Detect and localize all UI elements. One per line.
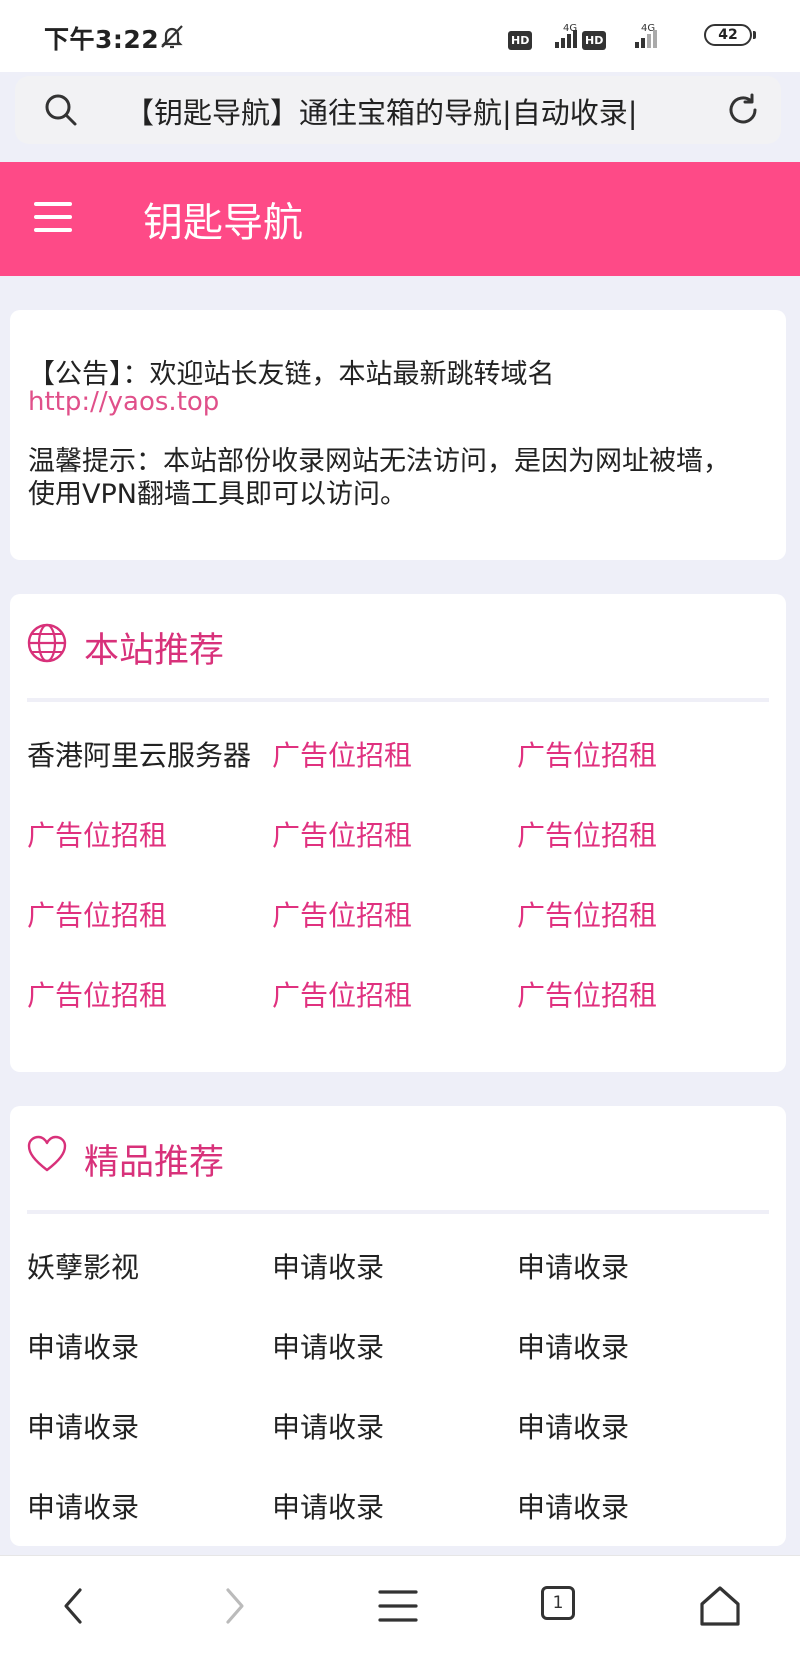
link-item[interactable]: 广告位招租 [27, 894, 257, 934]
link-item[interactable]: 申请收录 [272, 1406, 502, 1446]
hamburger-menu-icon[interactable] [34, 202, 72, 232]
notice-card: 【公告】：欢迎站长友链，本站最新跳转域名 http://yaos.top 温馨提… [10, 310, 786, 560]
heart-icon [27, 1135, 67, 1172]
reload-icon[interactable] [725, 92, 761, 128]
link-item[interactable]: 广告位招租 [517, 974, 747, 1014]
link-item[interactable]: 申请收录 [27, 1406, 257, 1446]
menu-icon[interactable] [374, 1582, 422, 1630]
signal-sim1: HD 4G [508, 22, 581, 50]
signal-sim2: HD 4G [582, 22, 661, 50]
home-icon[interactable] [696, 1582, 744, 1630]
forward-icon[interactable] [210, 1582, 258, 1630]
link-item[interactable]: 广告位招租 [517, 734, 747, 774]
browser-bottom-nav: 1 [0, 1555, 800, 1656]
link-item[interactable]: 广告位招租 [517, 814, 747, 854]
tabs-button[interactable]: 1 [541, 1586, 575, 1620]
battery-indicator: 42 [704, 24, 752, 46]
site-title[interactable]: 钥匙导航 [143, 190, 303, 248]
site-header: 钥匙导航 [0, 162, 800, 276]
link-item[interactable]: 申请收录 [517, 1486, 747, 1526]
address-bar[interactable]: 【钥匙导航】通往宝箱的导航|自动收录| [15, 76, 781, 144]
announcement-text: 【公告】：欢迎站长友链，本站最新跳转域名 [28, 359, 555, 390]
mute-bell-icon [161, 25, 183, 49]
link-item[interactable]: 广告位招租 [27, 814, 257, 854]
link-item[interactable]: 申请收录 [272, 1326, 502, 1366]
recommend-section: 本站推荐 香港阿里云服务器 广告位招租 广告位招租 广告位招租 广告位招租 广告位招租 广告… [10, 594, 786, 1072]
section-divider [27, 1210, 769, 1214]
signal-bars-icon: 4G [635, 23, 658, 48]
link-item[interactable]: 广告位招租 [517, 894, 747, 934]
hd-badge: HD [508, 31, 533, 50]
link-item[interactable]: 广告位招租 [272, 734, 502, 774]
link-item[interactable]: 广告位招租 [27, 974, 257, 1014]
link-item[interactable]: 申请收录 [272, 1246, 502, 1286]
hd-badge: HD [582, 31, 607, 50]
battery-tip [753, 31, 756, 39]
link-item[interactable]: 申请收录 [517, 1406, 747, 1446]
link-item[interactable]: 广告位招租 [272, 894, 502, 934]
section-title: 本站推荐 [84, 631, 225, 671]
link-item[interactable]: 香港阿里云服务器 [27, 734, 257, 774]
link-item[interactable]: 广告位招租 [272, 974, 502, 1014]
premium-section: 精品推荐 妖孽影视 申请收录 申请收录 申请收录 申请收录 申请收录 申请收录 申请收录 申请收… [10, 1106, 786, 1546]
link-item[interactable]: 妖孽影视 [27, 1246, 257, 1286]
link-item[interactable]: 申请收录 [27, 1326, 257, 1366]
link-item[interactable]: 申请收录 [27, 1486, 257, 1526]
link-item[interactable]: 申请收录 [272, 1486, 502, 1526]
section-divider [27, 698, 769, 702]
globe-icon [27, 623, 67, 663]
signal-bars-icon: 4G [555, 23, 578, 48]
link-item[interactable]: 申请收录 [517, 1326, 747, 1366]
search-icon[interactable] [43, 92, 79, 128]
warm-tip-text: 温馨提示：本站部份收录网站无法访问，是因为网址被墙，使用VPN翻墙工具即可以访问… [28, 446, 730, 510]
status-bar: 下午3:22 HD 4G HD 4G 42 [0, 0, 800, 72]
section-title: 精品推荐 [84, 1143, 225, 1183]
status-time: 下午3:22 [44, 25, 160, 54]
page-title-in-address-bar[interactable]: 【钥匙导航】通往宝箱的导航|自动收录| [125, 90, 705, 132]
link-item[interactable]: 广告位招租 [272, 814, 502, 854]
link-item[interactable]: 申请收录 [517, 1246, 747, 1286]
announcement-link[interactable]: http://yaos.top [28, 387, 219, 417]
back-icon[interactable] [50, 1582, 98, 1630]
